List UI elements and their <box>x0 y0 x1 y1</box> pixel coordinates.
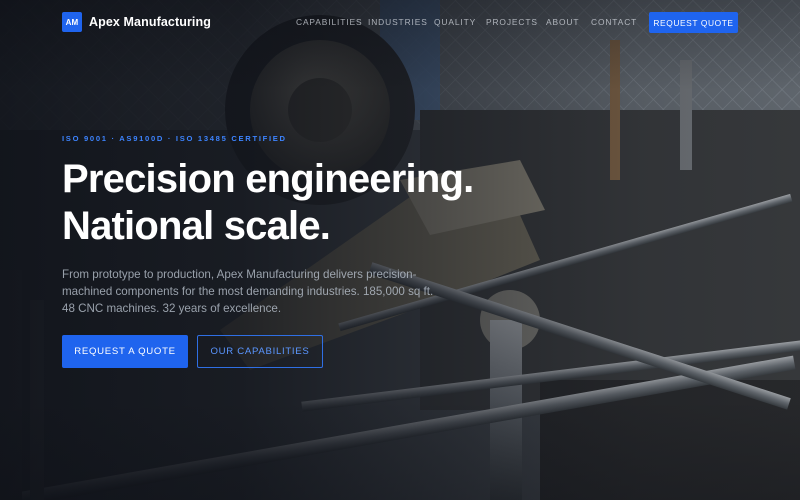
hero-headline-line-1: Precision engineering. <box>62 157 474 201</box>
brand-logo[interactable]: AM Apex Manufacturing <box>62 12 211 32</box>
hero-headline: Precision engineering. National scale. <box>62 156 582 250</box>
certifications-label: ISO 9001 · AS9100D · ISO 13485 CERTIFIED <box>62 134 287 143</box>
hero-headline-line-2: National scale. <box>62 204 331 248</box>
nav-item-projects[interactable]: PROJECTS <box>486 17 538 27</box>
request-a-quote-button[interactable]: REQUEST A QUOTE <box>62 335 188 368</box>
request-quote-button[interactable]: REQUEST QUOTE <box>649 12 738 33</box>
nav-item-industries[interactable]: INDUSTRIES <box>368 17 428 27</box>
nav-item-about[interactable]: ABOUT <box>546 17 579 27</box>
nav-item-quality[interactable]: QUALITY <box>434 17 476 27</box>
brand-name: Apex Manufacturing <box>89 15 211 29</box>
logo-mark-icon: AM <box>62 12 82 32</box>
nav-item-capabilities[interactable]: CAPABILITIES <box>296 17 363 27</box>
hero-background-image <box>0 0 800 500</box>
top-navigation: AM Apex Manufacturing CAPABILITIES INDUS… <box>0 0 800 44</box>
our-capabilities-button[interactable]: OUR CAPABILITIES <box>197 335 323 368</box>
hero-subtext: From prototype to production, Apex Manuf… <box>62 268 434 315</box>
nav-item-contact[interactable]: CONTACT <box>591 17 637 27</box>
